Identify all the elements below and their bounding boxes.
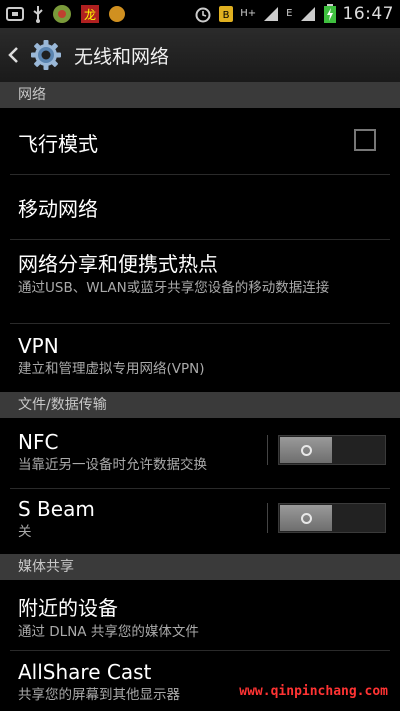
network-type-label-2: E	[286, 8, 293, 19]
gear-icon[interactable]	[28, 37, 64, 73]
status-bar: 龙 B H+ E 16:47	[0, 0, 400, 28]
divider	[267, 435, 268, 465]
tethering-subtitle: 通过USB、WLAN或蓝牙共享您设备的移动数据连接	[18, 280, 330, 296]
usb-icon	[33, 6, 43, 23]
screen-icon	[6, 7, 24, 21]
svg-text:龙: 龙	[84, 8, 96, 22]
notification-icon: B	[219, 6, 234, 22]
nearby-devices-title: 附近的设备	[18, 596, 118, 620]
back-button[interactable]	[2, 28, 24, 82]
network-type-label: H+	[240, 8, 257, 19]
tethering-title: 网络分享和便携式热点	[18, 252, 218, 276]
divider	[267, 503, 268, 533]
action-bar: 无线和网络	[0, 28, 400, 83]
battery-charging-icon	[323, 4, 336, 23]
airplane-mode-item[interactable]: 飞行模式	[0, 108, 400, 174]
section-header-media-share: 媒体共享	[0, 554, 400, 580]
app-icon-2: 龙	[81, 5, 99, 23]
svg-text:B: B	[223, 10, 230, 21]
mobile-network-title: 移动网络	[18, 197, 98, 221]
vpn-item[interactable]: VPN 建立和管理虚拟专用网络(VPN)	[0, 324, 400, 392]
vpn-title: VPN	[18, 334, 59, 358]
nearby-devices-item[interactable]: 附近的设备 通过 DLNA 共享您的媒体文件	[0, 580, 400, 650]
signal-icon-2	[300, 7, 315, 21]
alarm-icon	[195, 7, 211, 23]
toggle-off-icon	[300, 512, 312, 524]
toggle-off-icon	[300, 444, 312, 456]
section-header-network: 网络	[0, 82, 400, 108]
mobile-network-item[interactable]: 移动网络	[0, 175, 400, 239]
nearby-devices-subtitle: 通过 DLNA 共享您的媒体文件	[18, 624, 199, 640]
tethering-item[interactable]: 网络分享和便携式热点 通过USB、WLAN或蓝牙共享您设备的移动数据连接	[0, 240, 400, 322]
chevron-left-icon	[8, 47, 18, 63]
nfc-toggle[interactable]	[278, 435, 386, 465]
toggle-knob	[280, 437, 332, 463]
app-icon-3	[109, 6, 125, 22]
app-icon	[53, 5, 71, 23]
signal-icon	[264, 7, 279, 21]
watermark: www.qinpinchang.com	[239, 684, 388, 699]
page-title: 无线和网络	[74, 45, 170, 68]
vpn-subtitle: 建立和管理虚拟专用网络(VPN)	[18, 361, 205, 377]
allshare-cast-title: AllShare Cast	[18, 660, 152, 684]
toggle-knob	[280, 505, 332, 531]
clock: 16:47	[342, 4, 394, 24]
airplane-mode-checkbox[interactable]	[354, 129, 376, 151]
allshare-cast-item[interactable]: AllShare Cast 共享您的屏幕到其他显示器	[0, 651, 400, 711]
section-header-file-transfer: 文件/数据传输	[0, 392, 400, 418]
sbeam-toggle[interactable]	[278, 503, 386, 533]
airplane-mode-title: 飞行模式	[18, 132, 98, 156]
